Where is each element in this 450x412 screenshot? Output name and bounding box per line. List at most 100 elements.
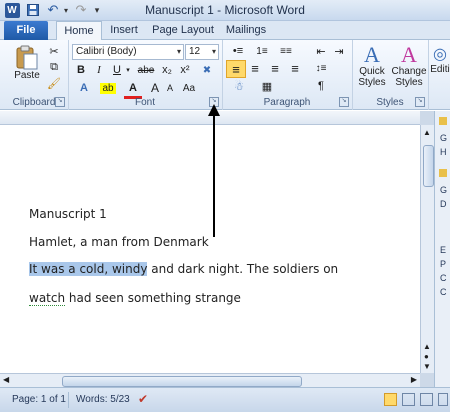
bold-button[interactable]: B bbox=[74, 62, 88, 78]
change-styles-icon: A bbox=[401, 42, 417, 67]
doc-line-3[interactable]: It was a cold, windy and dark night. The… bbox=[29, 258, 338, 280]
paste-button[interactable]: Paste bbox=[10, 44, 44, 81]
subscript-button[interactable]: x₂ bbox=[160, 62, 174, 78]
styles-group: A Quick Styles A Change Styles Styles ↘ bbox=[352, 40, 429, 110]
numbering-icon[interactable]: 1≡ bbox=[252, 44, 272, 58]
font-group: Calibri (Body) ▾ 12 ▾ B I U ▾ abe x₂ x² … bbox=[68, 40, 223, 110]
full-screen-reading-view-icon[interactable] bbox=[402, 393, 415, 406]
side-pane: G H G D E P C C bbox=[434, 111, 450, 387]
chevron-down-icon[interactable]: ▾ bbox=[212, 45, 216, 59]
pane-letter: G bbox=[440, 133, 448, 143]
increase-indent-icon[interactable]: ⇥ bbox=[332, 44, 346, 58]
line-spacing-icon[interactable]: ↕≡ bbox=[310, 60, 332, 76]
doc-line-4[interactable]: watch had seen something strange bbox=[29, 291, 241, 306]
quick-styles-button[interactable]: A Quick Styles bbox=[354, 42, 390, 89]
status-bar: Page: 1 of 1 Words: 5/23 ✔ bbox=[0, 387, 450, 412]
binoculars-icon: ◎ bbox=[433, 46, 447, 63]
previous-page-icon[interactable]: ▲ bbox=[423, 342, 431, 351]
shrink-font-button[interactable]: A bbox=[164, 80, 176, 96]
highlight-color-icon[interactable]: ab bbox=[98, 80, 118, 96]
editing-group: ◎ Editi bbox=[428, 40, 450, 110]
font-group-label: Font bbox=[134, 97, 155, 108]
next-page-icon[interactable]: ▼ bbox=[423, 362, 431, 371]
grammar-flagged-word[interactable]: watch bbox=[29, 291, 66, 306]
align-right-icon[interactable]: ≡ bbox=[266, 60, 284, 76]
superscript-button[interactable]: x² bbox=[178, 62, 192, 78]
scroll-right-icon[interactable]: ▶ bbox=[411, 375, 417, 384]
font-size-combo[interactable]: 12 ▾ bbox=[185, 44, 219, 60]
status-divider bbox=[68, 392, 69, 408]
font-name-combo[interactable]: Calibri (Body) ▾ bbox=[72, 44, 184, 60]
scroll-left-icon[interactable]: ◀ bbox=[3, 375, 9, 384]
vertical-scrollbar[interactable]: ▲ ▲ ● ▼ bbox=[420, 125, 434, 373]
editing-button[interactable]: ◎ Editi bbox=[430, 44, 450, 75]
change-styles-label-2: Styles bbox=[395, 77, 423, 88]
underline-dropdown-icon[interactable]: ▾ bbox=[124, 62, 132, 78]
tab-mailings[interactable]: Mailings bbox=[222, 21, 270, 40]
show-formatting-marks-icon[interactable]: ¶ bbox=[314, 78, 328, 94]
web-layout-view-icon[interactable] bbox=[420, 393, 433, 406]
selected-text[interactable]: It was a cold, windy bbox=[29, 262, 148, 276]
tab-page-layout[interactable]: Page Layout bbox=[150, 21, 216, 40]
ribbon: Paste ✂ ⧉ 🖌 Clipboard ↘ Calibri (Body) ▾… bbox=[0, 40, 450, 110]
shading-icon[interactable]: ☃ bbox=[228, 78, 250, 94]
grow-font-button[interactable]: A bbox=[148, 80, 162, 96]
multilevel-list-icon[interactable]: ≡≡ bbox=[276, 44, 296, 58]
ribbon-tab-row: File Home Insert Page Layout Mailings bbox=[0, 21, 450, 42]
outline-view-icon[interactable] bbox=[438, 393, 448, 406]
chevron-down-icon[interactable]: ▾ bbox=[177, 45, 181, 59]
page-count-status[interactable]: Page: 1 of 1 bbox=[12, 394, 66, 405]
print-layout-view-icon[interactable] bbox=[384, 393, 397, 406]
paragraph-group: •≡ 1≡ ≡≡ ⇤ ⇥ ≡ ≡ ≡ ≡ ↕≡ ☃ ▦ ¶ Paragraph … bbox=[222, 40, 353, 110]
align-center-icon[interactable]: ≡ bbox=[246, 60, 264, 76]
pane-letter: E bbox=[440, 245, 447, 255]
select-browse-object-icon[interactable]: ● bbox=[424, 352, 429, 361]
justify-icon[interactable]: ≡ bbox=[286, 60, 304, 76]
pane-letter: C bbox=[440, 287, 447, 297]
scroll-up-icon[interactable]: ▲ bbox=[423, 128, 431, 137]
cut-icon[interactable]: ✂ bbox=[46, 44, 62, 58]
clear-formatting-icon[interactable]: ✖ bbox=[198, 62, 216, 78]
tab-insert[interactable]: Insert bbox=[104, 21, 144, 40]
change-styles-button[interactable]: A Change Styles bbox=[390, 42, 428, 89]
doc-line-title[interactable]: Manuscript 1 bbox=[29, 207, 107, 221]
paragraph-dialog-launcher-icon[interactable]: ↘ bbox=[339, 97, 349, 107]
doc-line-2[interactable]: Hamlet, a man from Denmark bbox=[29, 235, 209, 249]
quick-styles-icon: A bbox=[364, 42, 380, 67]
tab-file[interactable]: File bbox=[4, 21, 48, 40]
font-name-value: Calibri (Body) bbox=[76, 46, 137, 57]
quick-styles-label-2: Styles bbox=[358, 77, 386, 88]
horizontal-scrollbar[interactable]: ◀ ▶ bbox=[0, 373, 420, 387]
decrease-indent-icon[interactable]: ⇤ bbox=[314, 44, 328, 58]
horizontal-scroll-thumb[interactable] bbox=[62, 376, 302, 387]
clipboard-dialog-launcher-icon[interactable]: ↘ bbox=[55, 97, 65, 107]
copy-icon[interactable]: ⧉ bbox=[46, 60, 62, 74]
paragraph-group-label: Paragraph bbox=[263, 97, 311, 108]
font-size-value: 12 bbox=[189, 46, 201, 57]
vertical-scroll-thumb[interactable] bbox=[423, 145, 434, 187]
tab-home[interactable]: Home bbox=[56, 21, 102, 42]
document-page[interactable]: Manuscript 1 Hamlet, a man from Denmark … bbox=[0, 125, 420, 373]
format-painter-icon[interactable]: 🖌 bbox=[46, 76, 62, 90]
word-count-status[interactable]: Words: 5/23 bbox=[76, 394, 130, 405]
pane-item-icon[interactable] bbox=[439, 169, 447, 177]
underline-button[interactable]: U bbox=[110, 62, 124, 78]
change-case-button[interactable]: Aa bbox=[180, 80, 198, 96]
doc-line-3-rest: and dark night. The soldiers on bbox=[147, 262, 339, 276]
annotation-arrow bbox=[213, 115, 215, 237]
window-title: Manuscript 1 - Microsoft Word bbox=[145, 3, 305, 17]
strikethrough-button[interactable]: abe bbox=[136, 62, 156, 78]
pane-item-icon[interactable] bbox=[439, 117, 447, 125]
doc-line-4-rest: had seen something strange bbox=[65, 291, 241, 305]
clipboard-group: Paste ✂ ⧉ 🖌 Clipboard ↘ bbox=[0, 40, 69, 110]
text-effects-icon[interactable]: A bbox=[74, 80, 94, 96]
proofing-icon[interactable]: ✔ bbox=[138, 392, 148, 406]
bullets-icon[interactable]: •≡ bbox=[228, 44, 248, 58]
styles-dialog-launcher-icon[interactable]: ↘ bbox=[415, 97, 425, 107]
pane-letter: C bbox=[440, 273, 447, 283]
align-left-icon[interactable]: ≡ bbox=[226, 60, 246, 78]
borders-icon[interactable]: ▦ bbox=[256, 78, 278, 94]
pane-letter: D bbox=[440, 199, 447, 209]
italic-button[interactable]: I bbox=[92, 62, 106, 78]
pane-letter: P bbox=[440, 259, 447, 269]
